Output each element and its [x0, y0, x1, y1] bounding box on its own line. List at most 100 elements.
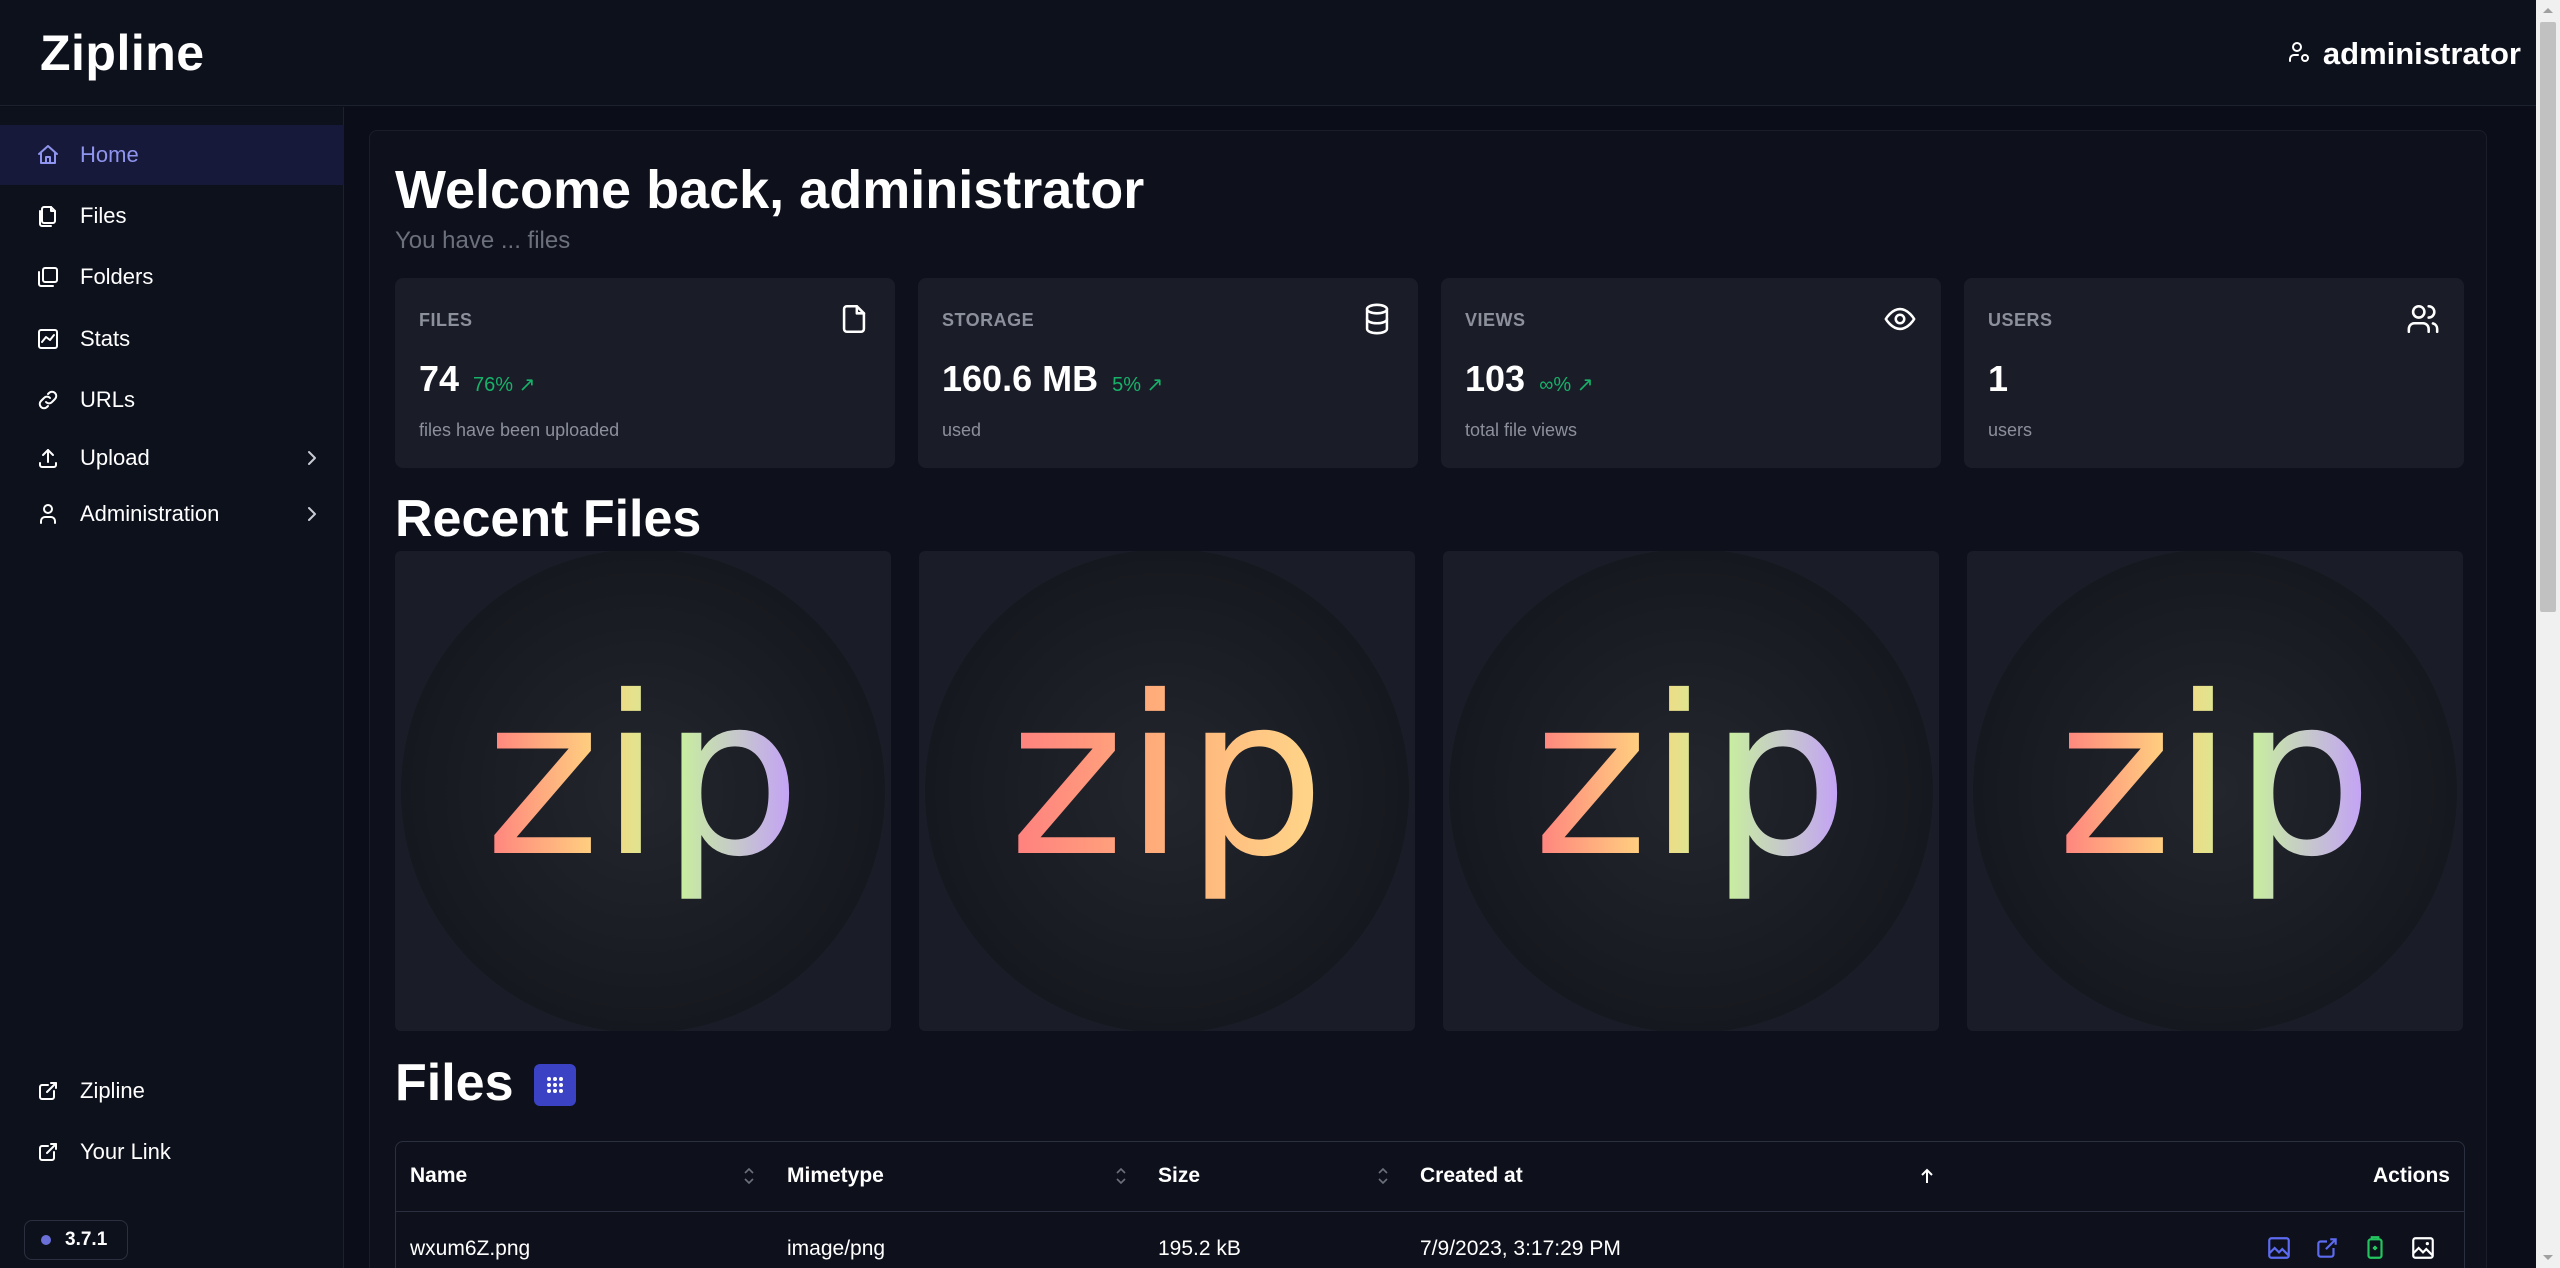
zip-logo-text: zip [2057, 649, 2373, 905]
stat-caption: total file views [1465, 420, 1578, 440]
sidebar-item-files[interactable]: Files [0, 186, 344, 246]
stats-icon [36, 327, 60, 351]
top-header: Zipline administrator [0, 0, 2536, 106]
stat-label: STORAGE [942, 310, 1035, 330]
user-settings-icon [2287, 36, 2311, 72]
stat-card-storage: STORAGE 160.6 MB 5% ↗ used [918, 278, 1418, 468]
folders-icon [36, 265, 60, 289]
sidebar-item-label: Files [80, 203, 127, 228]
sort-ascending-icon[interactable] [1920, 1164, 1934, 1188]
view-image-icon[interactable] [2266, 1235, 2292, 1261]
stat-label: USERS [1988, 310, 2053, 330]
stat-card-users: USERS 1 users [1964, 278, 2464, 468]
version-dot [41, 1235, 51, 1245]
column-header-size[interactable]: Size [1158, 1164, 1200, 1188]
image-icon[interactable] [2410, 1235, 2436, 1261]
files-icon [36, 204, 60, 228]
users-icon [2406, 302, 2440, 336]
chevron-right-icon [302, 447, 322, 469]
home-icon [36, 143, 60, 167]
sidebar-item-label: Home [80, 142, 139, 167]
open-external-icon[interactable] [2314, 1235, 2340, 1261]
grid-view-toggle-button[interactable] [534, 1064, 576, 1106]
database-icon [1360, 302, 1394, 336]
stat-label: FILES [419, 310, 473, 330]
table-row[interactable]: wxum6Z.png image/png 195.2 kB 7/9/2023, … [396, 1213, 2464, 1268]
zip-thumbnail-image: zip [401, 551, 885, 1031]
stat-value: 74 [419, 358, 460, 399]
cell-mimetype: image/png [787, 1237, 886, 1260]
sidebar-item-stats[interactable]: Stats [0, 309, 344, 369]
chevron-right-icon [302, 503, 322, 525]
sort-icon[interactable] [1114, 1164, 1128, 1188]
version-label: 3.7.1 [65, 1229, 108, 1250]
stat-delta: ∞% [1539, 374, 1572, 396]
zip-logo-text: zip [1009, 649, 1325, 905]
sidebar-link-zipline[interactable]: Zipline [0, 1061, 344, 1121]
cell-size: 195.2 kB [1158, 1237, 1241, 1260]
sidebar-item-administration[interactable]: Administration [0, 484, 344, 544]
sidebar-item-label: Administration [80, 501, 220, 526]
scrollbar-thumb[interactable] [2540, 22, 2556, 612]
scroll-up-arrow-icon[interactable] [2542, 6, 2554, 14]
sidebar-item-folders[interactable]: Folders [0, 247, 344, 307]
external-link-icon [36, 1140, 60, 1164]
zip-thumbnail-image: zip [1973, 551, 2457, 1031]
link-icon [36, 388, 60, 412]
cell-name: wxum6Z.png [410, 1237, 531, 1260]
page-title: Welcome back, administrator [395, 160, 1145, 220]
column-header-created-at[interactable]: Created at [1420, 1164, 1523, 1188]
sidebar-item-label: Zipline [80, 1078, 145, 1103]
stat-value: 160.6 MB [942, 358, 1099, 399]
sidebar-item-home[interactable]: Home [0, 125, 344, 185]
sidebar-item-label: URLs [80, 387, 136, 412]
stat-value: 1 [1988, 358, 2009, 399]
sort-icon[interactable] [742, 1164, 756, 1188]
recent-files-title: Recent Files [395, 490, 702, 548]
sidebar-item-label: Stats [80, 326, 131, 351]
cell-created-at: 7/9/2023, 3:17:29 PM [1420, 1237, 1621, 1260]
stat-caption: used [942, 420, 982, 440]
column-header-name[interactable]: Name [410, 1164, 467, 1188]
stat-card-files: FILES 74 76% ↗ files have been uploaded [395, 278, 895, 468]
recent-file-card[interactable]: zip [919, 551, 1415, 1031]
recent-file-card[interactable]: zip [1967, 551, 2463, 1031]
page-scrollbar[interactable] [2536, 0, 2560, 1268]
column-header-actions: Actions [2372, 1164, 2450, 1187]
user-menu-button[interactable]: administrator [2287, 34, 2521, 74]
sidebar: Home Files Folders Stats URLs Upload Adm… [0, 107, 344, 1268]
stat-value: 103 [1465, 358, 1526, 399]
zip-thumbnail-image: zip [925, 551, 1409, 1031]
column-header-mimetype[interactable]: Mimetype [787, 1164, 884, 1188]
recent-file-card[interactable]: zip [1443, 551, 1939, 1031]
arrow-up-right-icon: ↗ [518, 374, 536, 396]
sidebar-item-label: Upload [80, 445, 150, 470]
sidebar-item-label: Your Link [80, 1139, 171, 1164]
version-badge[interactable]: 3.7.1 [24, 1220, 129, 1260]
table-header: Name Mimetype Size Created at Actions [396, 1142, 2464, 1212]
external-link-icon [36, 1079, 60, 1103]
scroll-down-arrow-icon[interactable] [2542, 1254, 2554, 1262]
app-root: Zipline administrator Home Files Folders… [0, 0, 2560, 1268]
sidebar-item-label: Folders [80, 264, 154, 289]
copy-icon[interactable] [2362, 1235, 2388, 1261]
arrow-up-right-icon: ↗ [1146, 374, 1164, 396]
sidebar-link-your-link[interactable]: Your Link [0, 1122, 344, 1182]
stat-card-views: VIEWS 103 ∞% ↗ total file views [1441, 278, 1941, 468]
files-table: Name Mimetype Size Created at Actions wx… [395, 1141, 2465, 1268]
username-label: administrator [2322, 36, 2521, 71]
upload-icon [36, 446, 60, 470]
stat-delta: 76% [473, 374, 514, 396]
user-icon [36, 502, 60, 526]
sidebar-item-upload[interactable]: Upload [0, 428, 344, 488]
sidebar-item-urls[interactable]: URLs [0, 370, 344, 430]
brand-logo[interactable]: Zipline [40, 24, 205, 82]
main-panel: Welcome back, administrator You have ...… [369, 130, 2487, 1268]
recent-file-card[interactable]: zip [395, 551, 891, 1031]
zip-thumbnail-image: zip [1449, 551, 1933, 1031]
zip-logo-text: zip [485, 649, 801, 905]
stat-delta: 5% [1112, 374, 1141, 396]
arrow-up-right-icon: ↗ [1576, 374, 1594, 396]
grid-icon [547, 1077, 563, 1093]
sort-icon[interactable] [1376, 1164, 1390, 1188]
